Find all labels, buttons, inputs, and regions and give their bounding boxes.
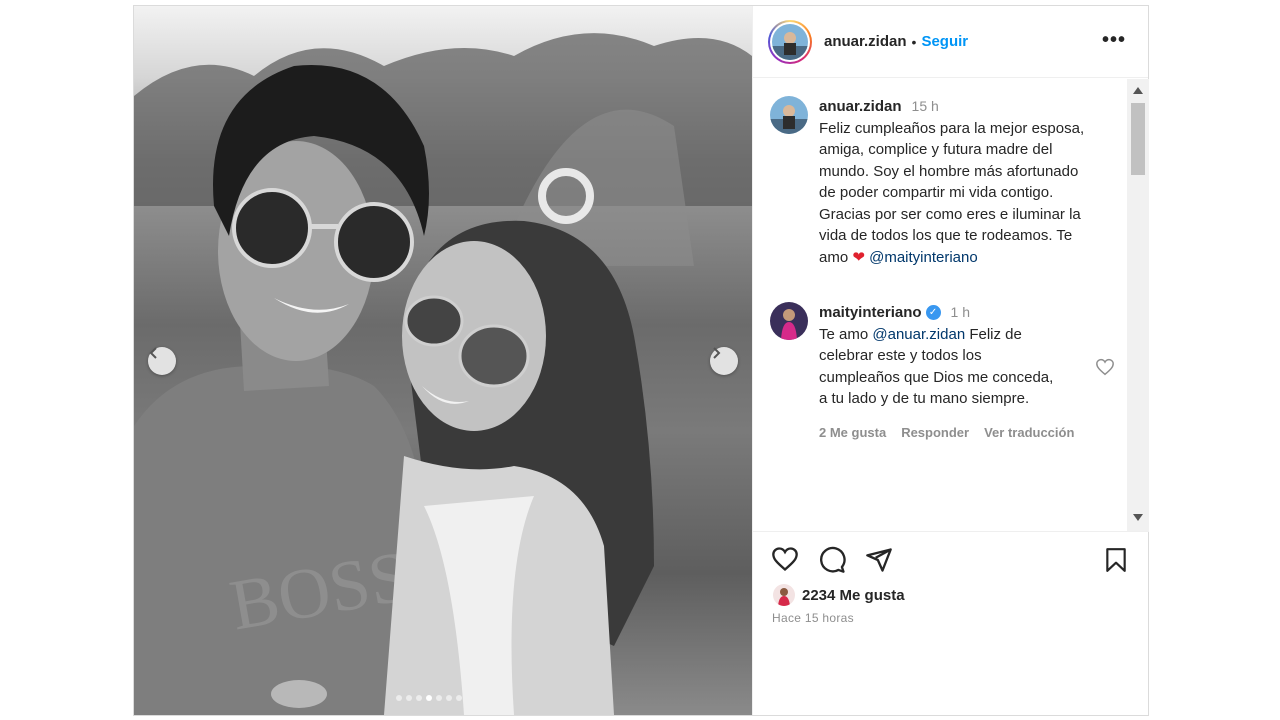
carousel-dot (456, 695, 462, 701)
likes-summary: 2234 Me gusta (773, 584, 905, 606)
follow-button[interactable]: Seguir (921, 33, 968, 50)
like-count[interactable]: 2234 Me gusta (802, 587, 905, 604)
carousel-dot (406, 695, 412, 701)
carousel-next-button[interactable] (710, 347, 738, 375)
carousel-dot (396, 695, 402, 701)
carousel-dot-active (426, 695, 432, 701)
post-action-bar (753, 531, 1149, 587)
avatar-image (770, 96, 808, 134)
carousel-prev-button[interactable] (148, 347, 176, 375)
comment-bubble-icon[interactable] (818, 546, 846, 574)
comments-scrollbar[interactable] (1127, 79, 1149, 531)
translate-button[interactable]: Ver traducción (984, 422, 1074, 444)
mention-link[interactable]: @maityinteriano (869, 249, 978, 266)
red-heart-emoji: ❤ (852, 248, 865, 266)
post-modal: BOSS anuar.zidan • Seguir ••• anuar.zida… (133, 5, 1149, 716)
comment-username[interactable]: maityinteriano (819, 302, 922, 324)
comment-text: Feliz cumpleaños para la mejor esposa, a… (819, 119, 1085, 266)
mention-link[interactable]: @anuar.zidan (872, 326, 965, 343)
like-heart-icon[interactable] (771, 546, 799, 572)
verified-badge-icon: ✓ (925, 305, 941, 321)
commenter-avatar[interactable] (770, 302, 808, 340)
avatar-image (770, 302, 808, 340)
liker-avatar[interactable] (773, 584, 795, 606)
comment-time: 15 h (911, 98, 939, 114)
scrollbar-thumb[interactable] (1131, 103, 1145, 175)
avatar-image (773, 584, 795, 606)
scroll-up-arrow-icon[interactable] (1133, 87, 1143, 94)
commenter-avatar[interactable] (770, 96, 808, 134)
carousel-dot (436, 695, 442, 701)
comment-actions: 2 Me gusta Responder Ver traducción (819, 422, 1074, 444)
post-photo[interactable]: BOSS (134, 6, 752, 715)
post-header: anuar.zidan • Seguir ••• (753, 6, 1148, 78)
bookmark-save-icon[interactable] (1103, 546, 1129, 574)
carousel-dot (416, 695, 422, 701)
reply-comment: maityinteriano ✓ 1 h Te amo @anuar.zidan… (770, 302, 1110, 443)
separator-dot: • (911, 33, 917, 50)
more-options-icon[interactable]: ••• (1102, 30, 1126, 50)
comment-heart-icon[interactable] (1095, 358, 1115, 376)
post-timestamp[interactable]: Hace 15 horas (772, 611, 854, 625)
chevron-right-icon (713, 347, 721, 359)
author-avatar[interactable] (768, 19, 812, 64)
share-send-icon[interactable] (865, 546, 893, 574)
comment-username[interactable]: anuar.zidan (819, 96, 902, 118)
reply-button[interactable]: Responder (901, 422, 969, 444)
comment-time: 1 h (950, 304, 970, 320)
carousel-indicator (396, 695, 462, 701)
comment-likes-link[interactable]: 2 Me gusta (819, 422, 886, 444)
comment-text: Te amo @anuar.zidan Feliz de celebrar es… (819, 325, 1054, 408)
avatar-image (772, 23, 808, 60)
scroll-down-arrow-icon[interactable] (1133, 514, 1143, 521)
caption-comment: anuar.zidan 15 h Feliz cumpleaños para l… (770, 96, 1110, 268)
photo-illustration: BOSS (134, 33, 752, 715)
chevron-left-icon (149, 347, 157, 359)
post-side-panel: anuar.zidan • Seguir ••• anuar.zidan 15 … (752, 6, 1149, 715)
comments-list[interactable]: anuar.zidan 15 h Feliz cumpleaños para l… (753, 79, 1149, 531)
carousel-dot (446, 695, 452, 701)
author-username[interactable]: anuar.zidan (824, 33, 907, 50)
